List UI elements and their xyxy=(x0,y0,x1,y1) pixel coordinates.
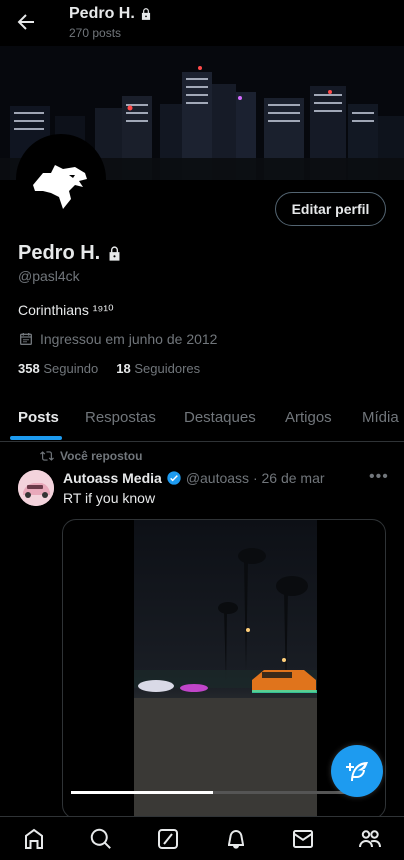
video-progress-fill xyxy=(71,791,214,794)
profile-bio: Corinthians ¹⁹¹⁰ xyxy=(18,302,114,318)
profile-tabs: Posts Respostas Destaques Artigos Mídia xyxy=(0,398,404,442)
nav-home[interactable] xyxy=(14,819,54,859)
panther-logo xyxy=(33,165,87,209)
lock-icon xyxy=(141,8,150,20)
following-count: 358 xyxy=(18,361,40,376)
post-author-name[interactable]: Autoass Media xyxy=(63,470,162,486)
join-date-text: Ingressou em junho de 2012 xyxy=(40,331,218,347)
tab-respostas[interactable]: Respostas xyxy=(85,409,156,426)
following-link[interactable]: 358 Seguindo xyxy=(18,361,98,376)
top-bar: Pedro H. 270 posts xyxy=(0,0,404,46)
post-meta: @autoass · 26 de mar xyxy=(185,470,325,486)
verified-badge-icon xyxy=(167,471,181,485)
home-icon xyxy=(24,828,43,849)
repost-label: Você repostou xyxy=(60,449,143,463)
profile-name: Pedro H. xyxy=(18,242,123,265)
notifications-icon xyxy=(227,829,244,849)
calendar-icon xyxy=(20,333,32,345)
edit-profile-button[interactable]: Editar perfil xyxy=(275,192,386,226)
nav-notifications[interactable] xyxy=(216,819,256,859)
video-frame xyxy=(134,520,317,818)
post-header: Autoass Media @autoass · 26 de mar xyxy=(63,470,325,486)
more-options-icon[interactable]: ••• xyxy=(369,468,389,486)
post-author-avatar[interactable] xyxy=(18,470,54,506)
join-date: Ingressou em junho de 2012 xyxy=(18,331,217,347)
repost-indicator: Você repostou xyxy=(40,449,142,463)
grok-icon xyxy=(158,828,179,849)
messages-icon xyxy=(292,829,313,848)
followers-link[interactable]: 18 Seguidores xyxy=(116,361,200,376)
post-text: RT if you know xyxy=(63,490,156,506)
compose-icon xyxy=(346,761,368,781)
follow-stats: 358 Seguindo 18 Seguidores xyxy=(18,361,200,376)
car-thumbnail xyxy=(18,470,54,506)
repost-icon xyxy=(40,451,54,461)
communities-icon xyxy=(359,829,382,847)
tab-destaques[interactable]: Destaques xyxy=(184,409,256,426)
profile-handle: @pasl4ck xyxy=(18,268,80,284)
following-label: Seguindo xyxy=(43,361,99,376)
tab-posts[interactable]: Posts xyxy=(18,409,59,426)
posts-count: 270 posts xyxy=(69,26,122,40)
nav-grok[interactable] xyxy=(148,819,188,859)
active-tab-indicator xyxy=(10,436,62,440)
lock-icon xyxy=(109,246,120,261)
compose-button[interactable] xyxy=(331,745,383,797)
header-title: Pedro H. xyxy=(69,5,153,23)
bottom-navigation xyxy=(0,816,404,860)
nav-communities[interactable] xyxy=(350,819,390,859)
nav-messages[interactable] xyxy=(283,819,323,859)
tab-artigos[interactable]: Artigos xyxy=(285,409,332,426)
followers-label: Seguidores xyxy=(134,361,201,376)
video-progress-bar[interactable] xyxy=(71,791,361,794)
profile-avatar[interactable] xyxy=(16,134,106,224)
street-night-scene xyxy=(134,520,317,818)
arrow-left-icon[interactable] xyxy=(14,10,38,34)
followers-count: 18 xyxy=(116,361,131,376)
profile-display-name: Pedro H. xyxy=(18,242,101,264)
header-name: Pedro H. xyxy=(69,5,135,22)
nav-search[interactable] xyxy=(81,819,121,859)
search-icon xyxy=(90,828,111,849)
tab-midia[interactable]: Mídia xyxy=(362,409,399,426)
